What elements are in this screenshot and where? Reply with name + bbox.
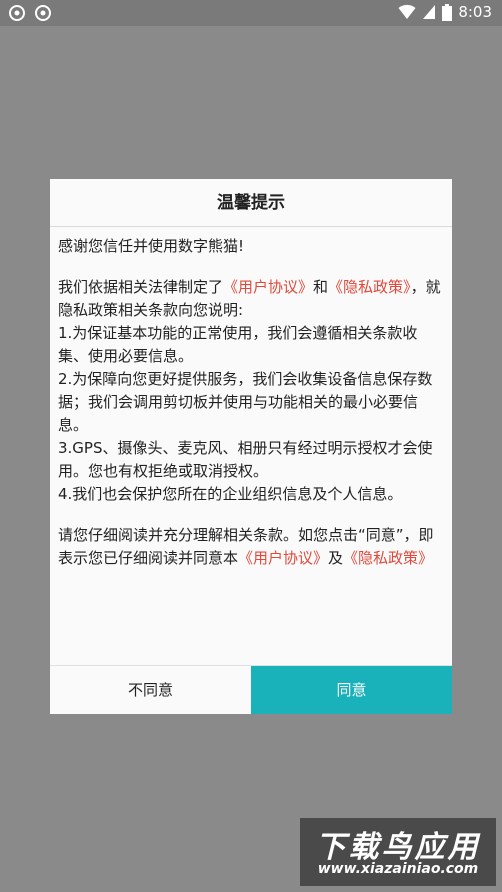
privacy-dialog: 温馨提示 感谢您信任并使用数字熊猫! 我们依据相关法律制定了《用户协议》和《隐私… [50, 179, 452, 714]
user-agreement-link[interactable]: 《用户协议》 [223, 278, 313, 296]
privacy-policy-link-2[interactable]: 《隐私政策》 [343, 549, 433, 567]
consent-paragraph: 请您仔细阅读并充分理解相关条款。如您点击“同意”，即表示您已仔细阅读并同意本《用… [58, 526, 434, 567]
status-bar: 8:03 [0, 0, 502, 26]
policy-item-1: 1.为保证基本功能的正常使用，我们会遵循相关条款收集、使用必要信息。 [58, 324, 418, 365]
dialog-button-row: 不同意 同意 [50, 665, 452, 714]
watermark-logo: 下载鸟应用 www.xiazainiao.com [300, 818, 496, 886]
policy-item-3: 3.GPS、摄像头、麦克风、相册只有经过明示授权才会使用。您也有权拒绝或取消授权… [58, 439, 433, 480]
dialog-title: 温馨提示 [217, 193, 285, 213]
agree-button[interactable]: 同意 [251, 666, 452, 714]
watermark-url: www.xiazainiao.com [317, 861, 479, 877]
signal-icon [423, 5, 436, 19]
watermark-text: 下载鸟应用 [315, 830, 481, 865]
greeting-text: 感谢您信任并使用数字熊猫! [58, 237, 245, 255]
title-divider [50, 226, 452, 227]
wifi-icon [398, 4, 416, 19]
app-notification-icon [35, 5, 51, 21]
policy-item-4: 4.我们也会保护您所在的企业组织信息及个人信息。 [58, 485, 403, 503]
status-time: 8:03 [458, 3, 492, 21]
dialog-content: 感谢您信任并使用数字熊猫! 我们依据相关法律制定了《用户协议》和《隐私政策》，就… [58, 235, 444, 570]
agreement-paragraph: 我们依据相关法律制定了《用户协议》和《隐私政策》，就隐私政策相关条款向您说明: [58, 278, 441, 319]
app-notification-icon [9, 5, 25, 21]
user-agreement-link-2[interactable]: 《用户协议》 [238, 549, 328, 567]
policy-item-2: 2.为保障向您更好提供服务，我们会收集设备信息保存数据；我们会调用剪切板并使用与… [58, 370, 433, 434]
battery-icon [442, 3, 453, 21]
privacy-policy-link[interactable]: 《隐私政策》 [328, 278, 411, 296]
disagree-button[interactable]: 不同意 [50, 666, 251, 714]
